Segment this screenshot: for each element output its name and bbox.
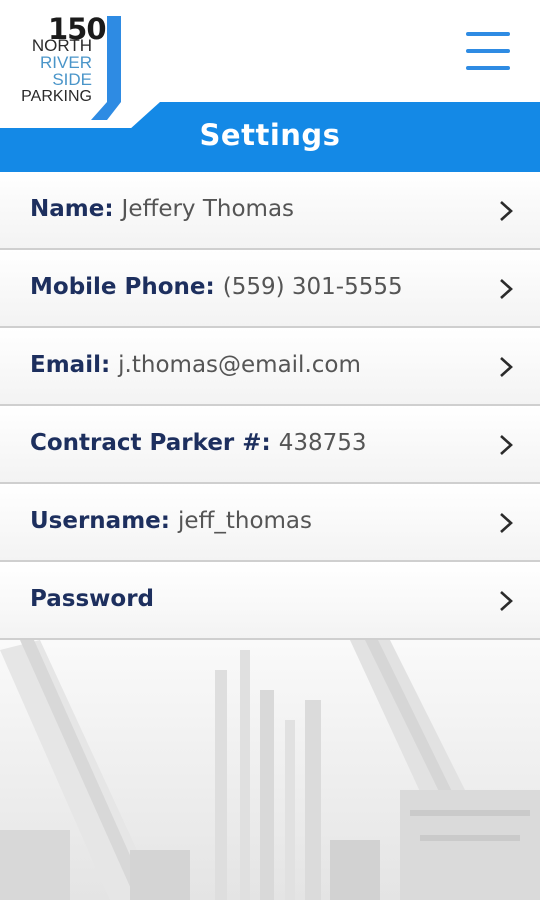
- row-value: Jeffery Thomas: [121, 196, 295, 222]
- row-value: jeff_thomas: [177, 508, 313, 534]
- row-label: Email: j.thomas@email.com: [30, 352, 361, 378]
- chevron-right-icon: [500, 357, 513, 377]
- row-label: Mobile Phone: (559) 301-5555: [30, 274, 403, 300]
- hamburger-menu-icon[interactable]: [466, 32, 512, 72]
- app-header: 150 NORTH RIVER SIDE PARKING Settings: [0, 0, 540, 172]
- page-title: Settings: [199, 118, 341, 152]
- menu-line: [466, 66, 510, 70]
- row-label: Username: jeff_thomas: [30, 508, 313, 534]
- settings-row-contract-parker[interactable]: Contract Parker #: 438753: [0, 406, 540, 484]
- row-label: Contract Parker #: 438753: [30, 430, 367, 456]
- app-logo: 150 NORTH RIVER SIDE PARKING: [14, 10, 134, 120]
- chevron-right-icon: [500, 279, 513, 299]
- row-value: j.thomas@email.com: [118, 352, 361, 378]
- chevron-right-icon: [500, 591, 513, 611]
- settings-row-email[interactable]: Email: j.thomas@email.com: [0, 328, 540, 406]
- row-value: 438753: [278, 430, 367, 456]
- chevron-right-icon: [500, 513, 513, 533]
- settings-list: Name: Jeffery Thomas Mobile Phone: (559) 3…: [0, 172, 540, 640]
- settings-row-name[interactable]: Name: Jeffery Thomas: [0, 172, 540, 250]
- logo-line-side: SIDE: [52, 70, 92, 89]
- menu-line: [466, 32, 510, 36]
- logo-line-parking: PARKING: [21, 88, 92, 105]
- row-label: Name: Jeffery Thomas: [30, 196, 295, 222]
- chevron-right-icon: [500, 201, 513, 221]
- menu-line: [466, 49, 510, 53]
- settings-row-mobile-phone[interactable]: Mobile Phone: (559) 301-5555: [0, 250, 540, 328]
- row-label: Password: [30, 586, 154, 612]
- settings-row-password[interactable]: Password: [0, 562, 540, 640]
- settings-row-username[interactable]: Username: jeff_thomas: [0, 484, 540, 562]
- row-value: (559) 301-5555: [222, 274, 403, 300]
- chevron-right-icon: [500, 435, 513, 455]
- background-skyline-image: [0, 640, 540, 900]
